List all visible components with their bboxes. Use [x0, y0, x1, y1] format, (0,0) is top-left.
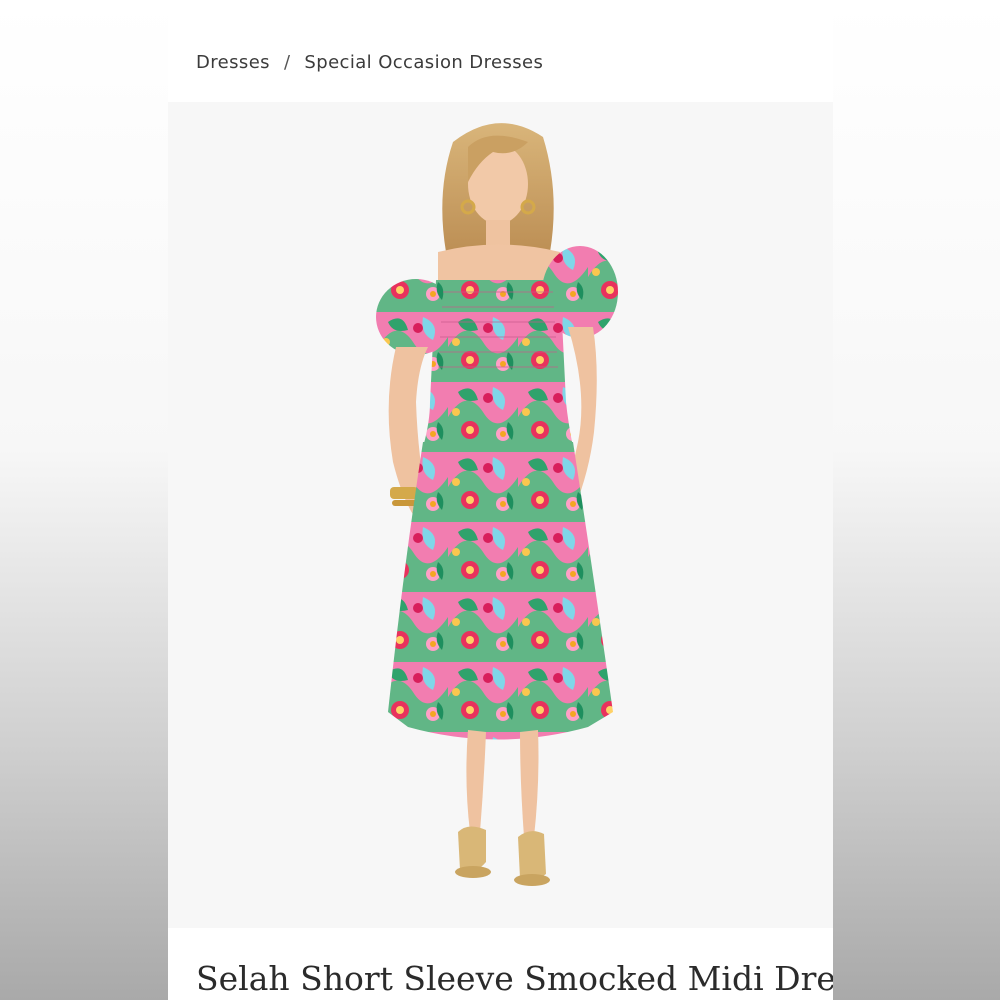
product-title: Selah Short Sleeve Smocked Midi Dress	[196, 959, 833, 998]
left-backdrop	[0, 0, 168, 1000]
breadcrumb-item-dresses[interactable]: Dresses	[196, 52, 270, 73]
right-backdrop	[833, 0, 1000, 1000]
product-image[interactable]	[168, 102, 833, 928]
breadcrumb-item-special-occasion-dresses[interactable]: Special Occasion Dresses	[304, 52, 543, 73]
breadcrumb-separator: /	[283, 51, 291, 73]
breadcrumb: Dresses / Special Occasion Dresses	[196, 50, 543, 74]
product-photo	[168, 102, 833, 928]
product-page: Dresses / Special Occasion Dresses Selah…	[168, 0, 833, 1000]
